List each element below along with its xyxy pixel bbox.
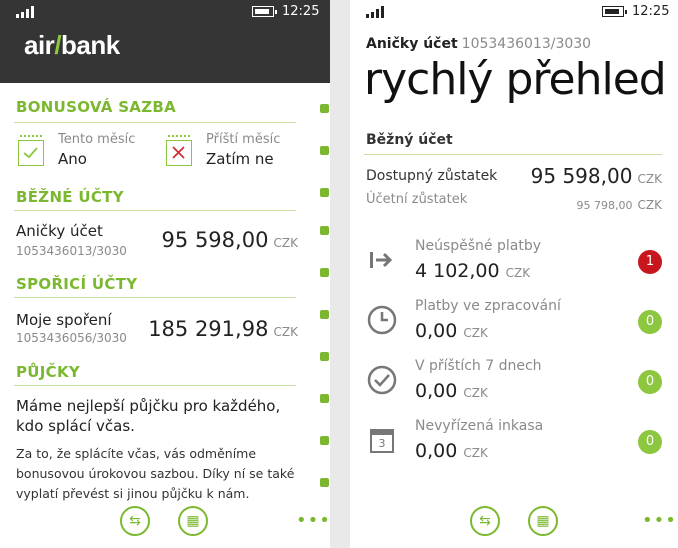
divider bbox=[14, 210, 296, 211]
currency-label: CZK bbox=[505, 266, 531, 280]
currency-label: CZK bbox=[637, 172, 662, 186]
row-amount: 4 102,00 bbox=[415, 260, 500, 282]
bonus-section-title: BONUSOVÁ SAZBA bbox=[16, 98, 177, 116]
clock-icon bbox=[366, 304, 398, 336]
clock-time: 12:25 bbox=[632, 4, 670, 19]
more-menu-button[interactable]: ••• bbox=[642, 510, 677, 531]
account-number: 1053436056/3030 bbox=[16, 331, 127, 345]
pending-debits-row[interactable]: 3 Nevyřízená inkasa 0,00 CZK 0 bbox=[350, 418, 678, 468]
airbank-logo: air/bank bbox=[24, 30, 120, 61]
pivot-title[interactable]: rychlý přehled bbox=[364, 54, 667, 105]
account-header: Aničky účet 1053436013/3030 bbox=[366, 36, 591, 52]
current-accounts-title: BĚŽNÉ ÚČTY bbox=[16, 188, 124, 206]
loan-body: Za to, že splácíte včas, vás odměníme bo… bbox=[16, 446, 295, 501]
currency-label: CZK bbox=[273, 325, 298, 339]
divider bbox=[14, 122, 296, 123]
savings-accounts-title: SPOŘICÍ ÚČTY bbox=[16, 275, 138, 293]
next-pivot-peek bbox=[316, 96, 330, 496]
status-bar: 12:25 bbox=[350, 0, 678, 24]
available-balance-amount: 95 598,00 bbox=[530, 164, 633, 188]
row-amount: 0,00 bbox=[415, 380, 458, 402]
processing-payments-row[interactable]: Platby ve zpracování 0,00 CZK 0 bbox=[350, 298, 678, 348]
phone-dashboard: 12:25 air/bank BONUSOVÁ SAZBA Tento měsí… bbox=[0, 0, 330, 548]
count-badge: 1 bbox=[638, 250, 662, 274]
account-name: Aničky účet bbox=[16, 222, 103, 240]
row-amount: 0,00 bbox=[415, 320, 458, 342]
calendar-check-icon bbox=[18, 135, 44, 166]
battery-icon bbox=[602, 6, 627, 17]
bonus-next-month-label: Příští měsíc bbox=[206, 132, 281, 147]
calendar-day: 3 bbox=[378, 437, 386, 450]
available-balance-row: Dostupný zůstatek 95 598,00 CZK bbox=[366, 164, 662, 190]
signal-icon bbox=[366, 6, 388, 18]
account-balance: 95 598,00 bbox=[161, 228, 269, 252]
account-number: 1053436013/3030 bbox=[16, 244, 127, 258]
count-badge: 0 bbox=[638, 370, 662, 394]
currency-label: CZK bbox=[463, 386, 488, 400]
loan-headline: Máme nejlepší půjčku pro každého, kdo sp… bbox=[16, 397, 281, 435]
currency-label: CZK bbox=[637, 198, 662, 212]
account-name: Aničky účet bbox=[366, 36, 458, 52]
divider bbox=[14, 297, 296, 298]
transfer-icon[interactable]: ⇆ bbox=[470, 506, 500, 536]
qr-code-icon[interactable]: ▦ bbox=[178, 506, 208, 536]
check-circle-icon bbox=[366, 364, 398, 396]
calendar-icon: 3 bbox=[366, 424, 398, 456]
bonus-next-month-value: Zatím ne bbox=[206, 150, 274, 168]
calendar-cross-icon bbox=[166, 135, 192, 166]
bonus-this-month-value: Ano bbox=[58, 150, 87, 168]
account-number: 1053436013/3030 bbox=[461, 36, 592, 52]
currency-label: CZK bbox=[463, 446, 488, 460]
count-badge: 0 bbox=[638, 310, 662, 334]
logo-left-text: air bbox=[24, 30, 55, 60]
divider bbox=[14, 385, 296, 386]
current-account-row[interactable]: Aničky účet 1053436013/3030 95 598,00 CZ… bbox=[16, 222, 298, 262]
app-bar: ⇆ ▦ ••• bbox=[350, 504, 678, 540]
signal-icon bbox=[16, 6, 38, 18]
currency-label: CZK bbox=[273, 236, 298, 250]
available-balance-label: Dostupný zůstatek bbox=[366, 168, 498, 184]
pivot-header: rychlý přehledp bbox=[364, 54, 678, 105]
accounting-balance-row: Účetní zůstatek 95 798,00 CZK bbox=[366, 192, 662, 212]
next-7-days-row[interactable]: V příštích 7 dnech 0,00 CZK 0 bbox=[350, 358, 678, 408]
divider bbox=[364, 154, 662, 155]
currency-label: CZK bbox=[463, 326, 488, 340]
phone-quick-overview: 12:25 Aničky účet 1053436013/3030 rychlý … bbox=[350, 0, 678, 548]
account-balance: 185 291,98 bbox=[148, 317, 269, 341]
section-title: Běžný účet bbox=[366, 132, 453, 148]
qr-code-icon[interactable]: ▦ bbox=[528, 506, 558, 536]
logo-right-text: bank bbox=[61, 30, 120, 60]
row-label: V příštích 7 dnech bbox=[415, 358, 542, 374]
bonus-next-month[interactable]: Příští měsíc Zatím ne bbox=[164, 132, 304, 172]
row-label: Platby ve zpracování bbox=[415, 298, 561, 314]
accounting-balance-amount: 95 798,00 bbox=[576, 199, 633, 212]
count-badge: 0 bbox=[638, 430, 662, 454]
bonus-this-month[interactable]: Tento měsíc Ano bbox=[16, 132, 156, 172]
loans-title: PŮJČKY bbox=[16, 363, 81, 381]
app-header: 12:25 air/bank bbox=[0, 0, 330, 83]
row-amount: 0,00 bbox=[415, 440, 458, 462]
battery-icon bbox=[252, 6, 277, 17]
accounting-balance-label: Účetní zůstatek bbox=[366, 192, 468, 207]
app-bar: ⇆ ▦ ••• bbox=[0, 504, 330, 540]
loan-promo[interactable]: Máme nejlepší půjčku pro každého, kdo sp… bbox=[16, 396, 296, 504]
more-menu-button[interactable]: ••• bbox=[296, 510, 330, 531]
failed-payments-row[interactable]: Neúspěšné platby 4 102,00 CZK 1 bbox=[350, 238, 678, 288]
status-bar: 12:25 bbox=[0, 0, 330, 24]
row-label: Nevyřízená inkasa bbox=[415, 418, 544, 434]
savings-account-row[interactable]: Moje spoření 1053436056/3030 185 291,98 … bbox=[16, 311, 298, 351]
clock-time: 12:25 bbox=[282, 4, 320, 19]
arrow-right-bar-icon bbox=[366, 244, 398, 276]
bonus-this-month-label: Tento měsíc bbox=[58, 132, 136, 147]
account-name: Moje spoření bbox=[16, 311, 112, 329]
row-label: Neúspěšné platby bbox=[415, 238, 541, 254]
transfer-icon[interactable]: ⇆ bbox=[120, 506, 150, 536]
